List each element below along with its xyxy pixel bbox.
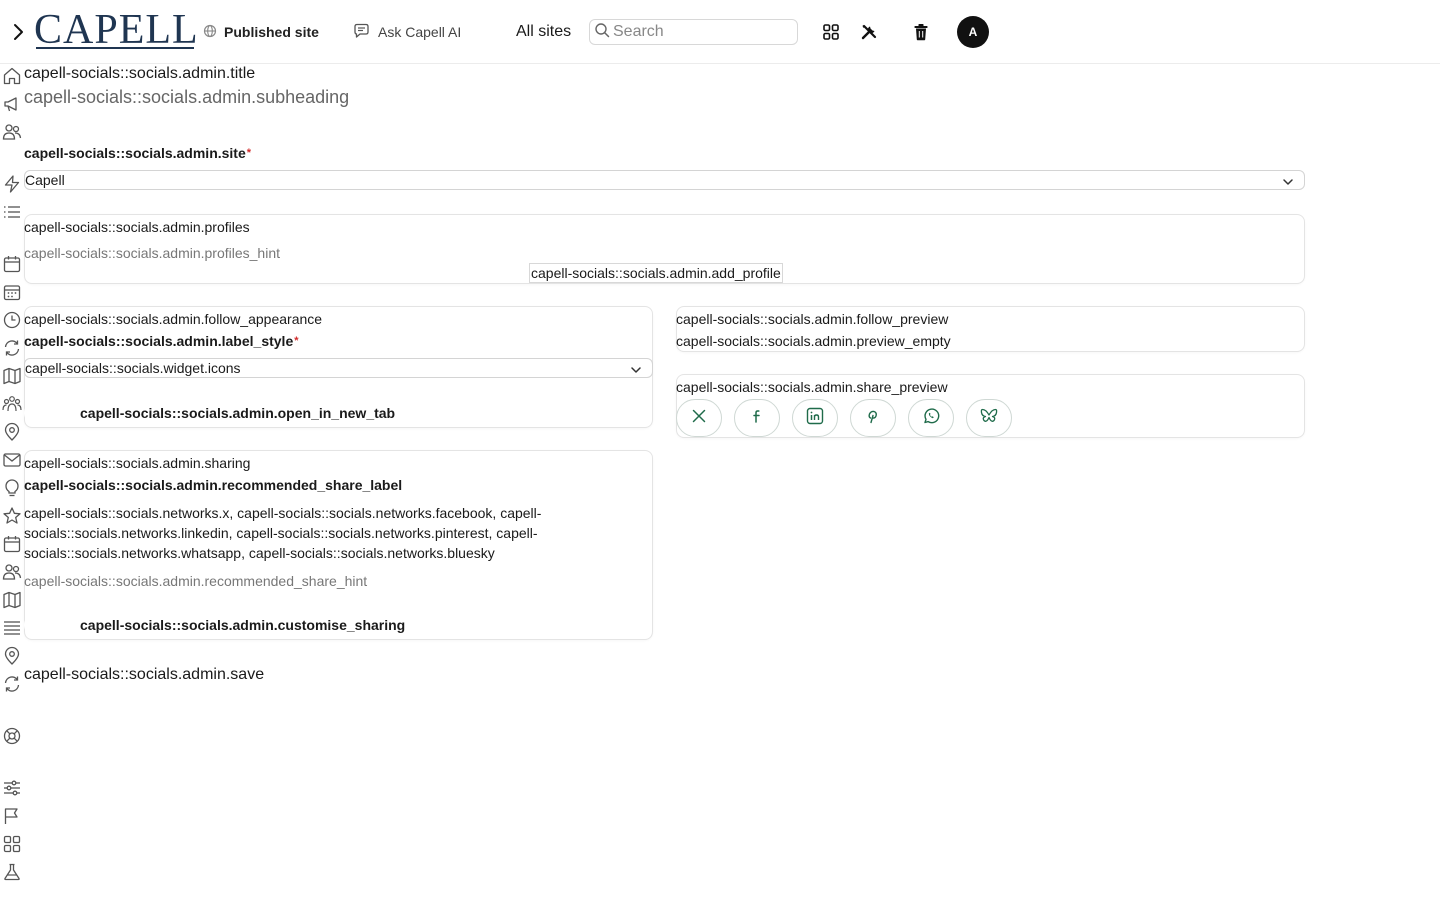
bluesky-icon: [980, 408, 998, 429]
clock-icon[interactable]: [2, 310, 22, 330]
required-asterisk: *: [294, 335, 299, 347]
open-new-tab-toggle[interactable]: [24, 402, 68, 424]
add-profile-button[interactable]: capell-socials::socials.admin.add_profil…: [529, 263, 783, 283]
lightbulb-icon[interactable]: [2, 478, 22, 498]
published-site-label: Published site: [224, 24, 319, 40]
profiles-title: capell-socials::socials.admin.profiles: [24, 219, 250, 235]
whatsapp-icon: [922, 407, 940, 430]
share-facebook-button[interactable]: [734, 399, 780, 437]
main-content: capell-socials::socials.admin.title cape…: [24, 64, 1314, 900]
globe-icon: [203, 24, 217, 41]
required-asterisk: *: [246, 147, 252, 159]
search-box[interactable]: [589, 19, 798, 45]
ask-ai-label: Ask Capell AI: [378, 24, 462, 40]
logo-underline: [36, 47, 194, 49]
customise-sharing-label: capell-socials::socials.admin.customise_…: [80, 617, 406, 633]
trash-icon[interactable]: [910, 21, 932, 43]
top-bar: CAPELL Published site Ask Capell AI All …: [0, 0, 1440, 64]
sharing-title: capell-socials::socials.admin.sharing: [24, 455, 251, 471]
avatar[interactable]: A: [957, 16, 989, 48]
recommended-networks-line: socials::socials.networks.whatsapp, cape…: [24, 545, 495, 561]
map-alt-icon[interactable]: [2, 590, 22, 610]
follow-appearance-title: capell-socials::socials.admin.follow_app…: [24, 311, 323, 327]
save-button[interactable]: capell-socials::socials.admin.save: [24, 664, 264, 686]
site-field-label: capell-socials::socials.admin.site*: [24, 144, 251, 162]
capell-logo[interactable]: CAPELL: [34, 8, 199, 52]
chevron-down-icon: [630, 362, 642, 380]
calendar-alt-icon[interactable]: [2, 534, 22, 554]
share-linkedin-button[interactable]: [792, 399, 838, 437]
share-pinterest-button[interactable]: [850, 399, 896, 437]
label-style-text: capell-socials::socials.admin.label_styl…: [24, 333, 294, 349]
site-select[interactable]: Capell: [24, 170, 1305, 190]
chevron-down-icon: [1282, 174, 1294, 192]
facebook-icon: [749, 408, 765, 429]
location-pin-icon[interactable]: [2, 422, 22, 442]
search-input[interactable]: [613, 23, 793, 41]
all-sites-link[interactable]: All sites: [516, 20, 571, 44]
site-select-value: Capell: [25, 172, 65, 188]
site-label-text: capell-socials::socials.admin.site: [24, 145, 246, 161]
flask-icon[interactable]: [2, 862, 22, 882]
mail-icon[interactable]: [2, 450, 22, 470]
recommended-share-label: capell-socials::socials.admin.recommende…: [24, 477, 403, 493]
map-icon[interactable]: [2, 366, 22, 386]
users-icon[interactable]: [2, 122, 22, 142]
bolt-icon[interactable]: [2, 174, 22, 194]
share-x-button[interactable]: [676, 399, 722, 437]
calendar-icon[interactable]: [2, 254, 22, 274]
sidebar: [0, 64, 24, 900]
location-pin-alt-icon[interactable]: [2, 646, 22, 666]
share-whatsapp-button[interactable]: [908, 399, 954, 437]
apps-grid-icon[interactable]: [820, 21, 842, 43]
lines-icon[interactable]: [2, 618, 22, 638]
list-icon[interactable]: [2, 202, 22, 222]
published-site-link[interactable]: Published site: [203, 20, 319, 44]
group-icon[interactable]: [2, 394, 22, 414]
pinterest-icon: [865, 408, 881, 429]
profiles-hint: capell-socials::socials.admin.profiles_h…: [24, 245, 281, 261]
page-title: capell-socials::socials.admin.title: [24, 65, 256, 82]
label-style-select[interactable]: capell-socials::socials.widget.icons: [24, 358, 653, 378]
recommended-share-hint: capell-socials::socials.admin.recommende…: [24, 573, 368, 589]
support-globe-icon[interactable]: [2, 726, 22, 746]
star-icon[interactable]: [2, 506, 22, 526]
calendar-grid-icon[interactable]: [2, 282, 22, 302]
share-bluesky-button[interactable]: [966, 399, 1012, 437]
linkedin-icon: [806, 407, 824, 430]
label-style-field-label: capell-socials::socials.admin.label_styl…: [24, 332, 299, 350]
users-alt-icon[interactable]: [2, 562, 22, 582]
sliders-icon[interactable]: [2, 778, 22, 798]
search-icon: [594, 22, 610, 43]
follow-preview-empty: capell-socials::socials.admin.preview_em…: [676, 333, 951, 349]
ask-ai-button[interactable]: Ask Capell AI: [353, 20, 461, 44]
refresh-icon[interactable]: [2, 338, 22, 358]
recommended-networks-line: socials::socials.networks.linkedin, cape…: [24, 525, 538, 541]
home-icon[interactable]: [2, 66, 22, 86]
page-subheading: capell-socials::socials.admin.subheading: [24, 87, 350, 107]
tools-icon[interactable]: [858, 21, 880, 43]
chat-bubble-icon: [353, 23, 370, 42]
x-icon: [691, 408, 707, 429]
recommended-networks-line: capell-socials::socials.networks.x, cape…: [24, 505, 542, 521]
open-new-tab-label: capell-socials::socials.admin.open_in_ne…: [80, 405, 396, 421]
sidebar-toggle-chevron-icon[interactable]: [8, 20, 28, 44]
follow-preview-title: capell-socials::socials.admin.follow_pre…: [676, 311, 949, 327]
share-preview-title: capell-socials::socials.admin.share_prev…: [676, 379, 948, 395]
flag-icon[interactable]: [2, 806, 22, 826]
apps-icon[interactable]: [2, 834, 22, 854]
label-style-select-value: capell-socials::socials.widget.icons: [25, 360, 241, 376]
customise-sharing-toggle[interactable]: [24, 614, 68, 636]
megaphone-icon[interactable]: [2, 94, 22, 114]
sync-icon[interactable]: [2, 674, 22, 694]
